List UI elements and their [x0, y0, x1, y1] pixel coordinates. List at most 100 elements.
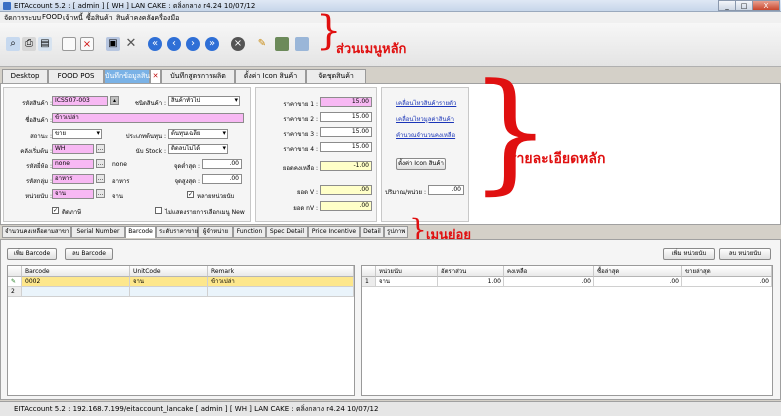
cost-method-label: ประเภทต้นทุน : [125, 133, 166, 140]
subtab-function[interactable]: Function [233, 226, 266, 238]
print-icon[interactable]: ⎙ [22, 37, 36, 51]
brand-name: none [112, 161, 127, 168]
row-number: 1 [362, 277, 376, 287]
subtab-branch-balance[interactable]: จำนวนคงเหลือตามสาขา [2, 226, 71, 238]
stock-type-label: นับ Stock : [135, 148, 166, 155]
min-point-field[interactable]: .00 [202, 159, 242, 169]
multi-unit-label: หลายหน่วยนับ [197, 193, 235, 200]
last-sell-cell: .00 [682, 277, 772, 287]
add-unit-button[interactable]: เพิ่ม หน่วยนับ [663, 248, 715, 260]
price-4-field[interactable]: 15.00 [320, 142, 372, 152]
cost-method-select[interactable]: ต้นทุนเฉลี่ย [168, 129, 228, 139]
price-3-field[interactable]: 15.00 [320, 127, 372, 137]
delete-unit-button[interactable]: ลบ หน่วยนับ [719, 248, 771, 260]
tab-close-icon[interactable]: ✕ [150, 69, 161, 83]
subtab-price-incentive[interactable]: Price Incentive [308, 226, 360, 238]
main-detail-panel: รหัสสินค้า : ICS507-003 ▴ ชนิดสินค้า : ส… [0, 66, 781, 225]
minimize-button[interactable]: _ [718, 0, 736, 11]
search-icon[interactable]: ⌕ [6, 37, 20, 51]
product-name-field[interactable]: ข้าวเปล่า [52, 113, 244, 123]
tab-product-set[interactable]: จัดชุดสินค้า [306, 69, 366, 83]
brand-label: รหัสยี่ห้อ : [26, 163, 52, 170]
main-menu-annotation: ส่วนเมนูหลัก [336, 42, 407, 57]
warehouse-lookup-icon[interactable]: … [96, 144, 105, 153]
product-code-field[interactable]: ICS507-003 [52, 96, 108, 106]
last-record-icon[interactable]: » [205, 37, 219, 51]
calculate-balance-link[interactable]: คำนวณจำนวนคงเหลือ [396, 130, 455, 140]
barcode-cell[interactable] [22, 287, 130, 297]
price-1-field[interactable]: 15.00 [320, 97, 372, 107]
main-detail-annotation: รายละเอียดหลัก [509, 151, 606, 167]
tab-product-icon[interactable]: ตั้งค่า Icon สินค้า [235, 69, 306, 83]
warehouse-field[interactable]: WH [52, 144, 94, 154]
first-record-icon[interactable]: « [148, 37, 162, 51]
delete-barcode-button[interactable]: ลบ Barcode [65, 248, 113, 260]
tab-product-entry[interactable]: บันทึกข้อมูลสินค้า [104, 69, 159, 83]
status-select[interactable]: ขาย [52, 129, 102, 139]
category-lookup-icon[interactable]: … [96, 174, 105, 183]
balance-cell: .00 [504, 277, 594, 287]
tab-food-pos[interactable]: FOOD POS [48, 69, 104, 83]
multi-unit-checkbox[interactable]: ✓ [187, 191, 194, 198]
qty-per-unit-field[interactable]: .00 [428, 185, 464, 195]
stock-type-select[interactable]: ติดลบไม่ได้ [168, 144, 228, 154]
app-icon [3, 2, 11, 10]
product-type-select[interactable]: สินค้าทั่วไป [168, 96, 240, 106]
subtab-vendor[interactable]: ผู้จำหน่าย [198, 226, 233, 238]
tab-recipe[interactable]: บันทึกสูตรการผลิต [161, 69, 235, 83]
delete-icon[interactable]: × [80, 37, 94, 51]
unit-field[interactable]: จาน [52, 189, 94, 199]
window-title: EITAccount 5.2 : [ admin ] [ WH ] LAN CA… [14, 2, 256, 10]
balance-label: ยอดคงเหลือ : [282, 165, 318, 172]
balance-header: คงเหลือ [504, 266, 594, 277]
save-icon[interactable]: ▣ [106, 37, 120, 51]
brand-lookup-icon[interactable]: … [96, 159, 105, 168]
next-record-icon[interactable]: › [186, 37, 200, 51]
row-num-header [362, 266, 376, 277]
cost-nv-label: ยอด nV : [293, 205, 318, 212]
status-label: สถานะ : [30, 133, 52, 140]
tax-checkbox[interactable]: ✓ [52, 207, 59, 214]
no-popup-checkbox[interactable] [155, 207, 162, 214]
unit-cell[interactable]: จาน [376, 277, 438, 287]
price-2-field[interactable]: 15.00 [320, 112, 372, 122]
product-movement-link[interactable]: เคลื่อนไหวสินค้ารายตัว [396, 98, 456, 108]
previous-record-icon[interactable]: ‹ [167, 37, 181, 51]
export-icon[interactable] [295, 37, 309, 51]
max-point-field[interactable]: .00 [202, 174, 242, 184]
category-field[interactable]: อาหาร [52, 174, 94, 184]
subtab-detail[interactable]: Detail [360, 226, 384, 238]
close-button[interactable]: X [752, 0, 780, 11]
print-preview-icon[interactable]: ▤ [38, 37, 52, 51]
subtab-price-level[interactable]: ระดับราคาขาย [156, 226, 198, 238]
unitcode-cell[interactable]: จาน [130, 277, 208, 287]
subtab-serial-number[interactable]: Serial Number [71, 226, 125, 238]
cancel-icon[interactable]: ✕ [124, 37, 138, 51]
add-barcode-button[interactable]: เพิ่ม Barcode [7, 248, 57, 260]
subtab-spec-detail[interactable]: Spec Detail [266, 226, 308, 238]
subtab-images[interactable]: รูปภาพ [384, 226, 408, 238]
product-code-lookup-icon[interactable]: ▴ [110, 96, 119, 105]
remark-cell[interactable] [208, 287, 354, 297]
last-sell-header: ขายล่าสุด [682, 266, 772, 277]
unitcode-cell[interactable] [130, 287, 208, 297]
new-document-icon[interactable] [62, 37, 76, 51]
ratio-cell[interactable]: 1.00 [438, 277, 504, 287]
tab-desktop[interactable]: Desktop [2, 69, 48, 83]
menu-food[interactable]: FOOD [42, 13, 62, 21]
unit-header: หน่วยนับ [376, 266, 438, 277]
product-icon-button[interactable]: ตั้งค่า Icon สินค้า [396, 158, 446, 170]
maximize-button[interactable]: □ [735, 0, 753, 11]
price-4-label: ราคาขาย 4 : [283, 146, 318, 153]
sub-tabs: จำนวนคงเหลือตามสาขา Serial Number Barcod… [0, 216, 781, 244]
barcode-cell[interactable]: 0002 [22, 277, 130, 287]
product-value-movement-link[interactable]: เคลื่อนไหวมูลค่าสินค้า [396, 114, 454, 124]
remark-cell[interactable]: ข้าวเปล่า [208, 277, 354, 287]
list-icon[interactable] [275, 37, 289, 51]
brand-field[interactable]: none [52, 159, 94, 169]
unit-lookup-icon[interactable]: … [96, 189, 105, 198]
subtab-barcode[interactable]: Barcode [125, 226, 156, 238]
close-form-icon[interactable]: × [231, 37, 245, 51]
edit-icon[interactable]: ✎ [255, 37, 269, 51]
row-num-header [8, 266, 22, 277]
